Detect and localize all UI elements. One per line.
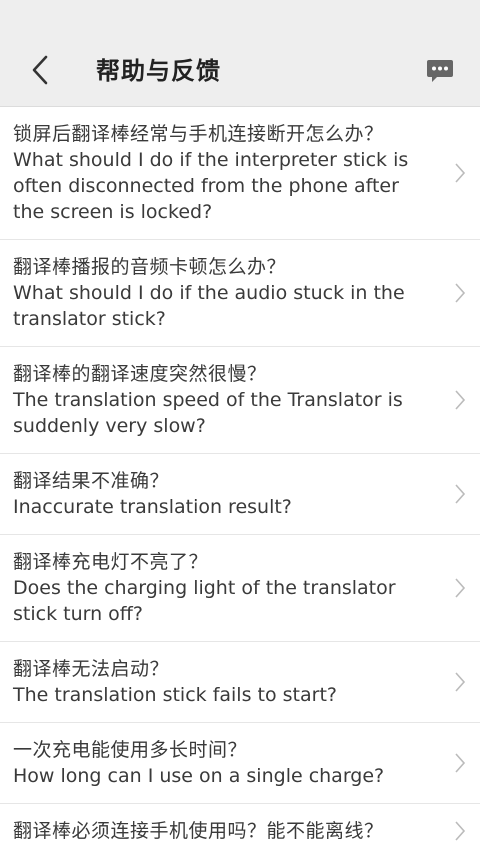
chevron-left-icon	[32, 55, 48, 85]
chevron-right-icon	[455, 163, 466, 183]
question-english: The translation speed of the Translator …	[13, 389, 403, 437]
chevron-right-icon	[455, 672, 466, 692]
faq-item[interactable]: 翻译棒无法启动？ The translation stick fails to …	[0, 642, 480, 723]
question-chinese: 翻译结果不准确？	[13, 470, 170, 492]
faq-item[interactable]: 一次充电能使用多长时间？ How long can I use on a sin…	[0, 723, 480, 804]
question-chinese: 翻译棒的翻译速度突然很慢？	[13, 363, 267, 385]
faq-item[interactable]: 翻译结果不准确？ Inaccurate translation result?	[0, 454, 480, 535]
faq-item[interactable]: 翻译棒必须连接手机使用吗？能不能离线？	[0, 804, 480, 855]
chevron-right-icon	[455, 578, 466, 598]
question-english: Inaccurate translation result?	[13, 496, 292, 518]
question-chinese: 翻译棒无法启动？	[13, 658, 170, 680]
top-bar: 帮助与反馈	[0, 38, 480, 107]
chevron-right-icon	[455, 821, 466, 841]
question-chinese: 翻译棒播报的音频卡顿怎么办？	[13, 256, 287, 278]
faq-item[interactable]: 翻译棒充电灯不亮了？ Does the charging light of th…	[0, 535, 480, 642]
faq-item[interactable]: 锁屏后翻译棒经常与手机连接断开怎么办？ What should I do if …	[0, 107, 480, 240]
chevron-right-icon	[455, 484, 466, 504]
faq-list: 锁屏后翻译棒经常与手机连接断开怎么办？ What should I do if …	[0, 107, 480, 855]
question-english: What should I do if the audio stuck in t…	[13, 282, 405, 330]
question-chinese: 锁屏后翻译棒经常与手机连接断开怎么办？	[13, 123, 384, 145]
question-english: How long can I use on a single charge?	[13, 765, 385, 787]
chevron-right-icon	[455, 390, 466, 410]
question-chinese: 翻译棒充电灯不亮了？	[13, 551, 209, 573]
faq-item[interactable]: 翻译棒播报的音频卡顿怎么办？ What should I do if the a…	[0, 240, 480, 347]
message-button[interactable]	[426, 57, 454, 85]
question-chinese: 一次充电能使用多长时间？	[13, 739, 248, 761]
question-english: What should I do if the interpreter stic…	[13, 149, 409, 223]
page-title: 帮助与反馈	[96, 57, 221, 85]
chevron-right-icon	[455, 283, 466, 303]
back-button[interactable]	[22, 52, 58, 88]
question-chinese: 翻译棒必须连接手机使用吗？能不能离线？	[13, 820, 384, 842]
question-english: The translation stick fails to start?	[13, 684, 337, 706]
question-english: Does the charging light of the translato…	[13, 577, 396, 625]
status-bar	[0, 0, 480, 38]
chevron-right-icon	[455, 753, 466, 773]
chat-bubble-icon	[427, 60, 453, 82]
faq-item[interactable]: 翻译棒的翻译速度突然很慢？ The translation speed of t…	[0, 347, 480, 454]
